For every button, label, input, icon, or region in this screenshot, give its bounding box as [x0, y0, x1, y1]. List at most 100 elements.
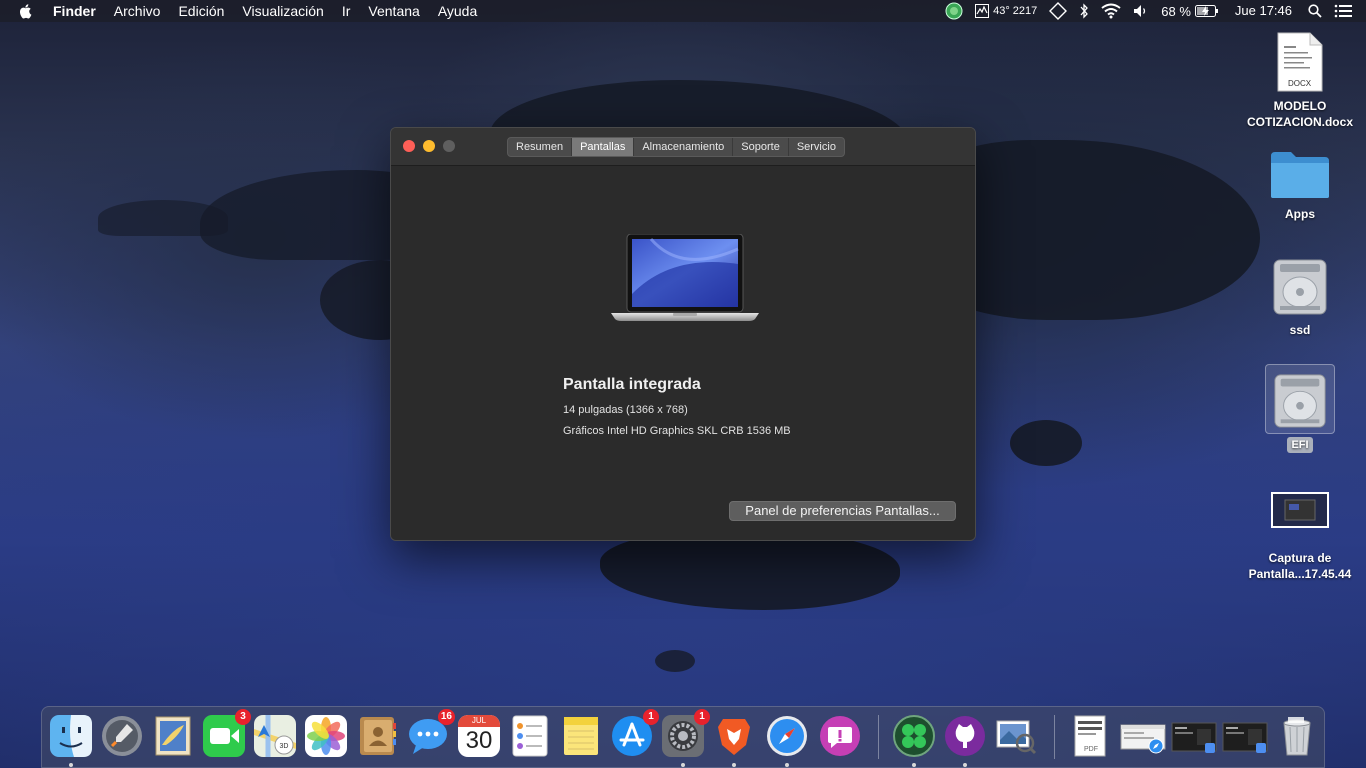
close-button[interactable]: [403, 140, 415, 152]
launchpad-icon: [102, 716, 142, 756]
calendar-day: 30: [465, 727, 493, 754]
dock-item-notes[interactable]: [560, 715, 602, 757]
dock-item-minimized-window[interactable]: [1222, 715, 1268, 757]
brave-icon: [718, 719, 750, 755]
window-titlebar[interactable]: Resumen Pantallas Almacenamiento Soporte…: [391, 128, 975, 166]
bluetooth-icon[interactable]: [1079, 3, 1089, 19]
zoom-button[interactable]: [443, 140, 455, 152]
tab-pantallas[interactable]: Pantallas: [572, 138, 635, 156]
desktop-icon-screenshot[interactable]: Captura de Pantalla...17.45.44: [1240, 492, 1360, 582]
desktop-icon-docx[interactable]: DOCX MODELO COTIZACION.docx: [1240, 32, 1360, 130]
diamond-status-icon[interactable]: [1049, 2, 1068, 20]
notification-badge: 1: [643, 709, 659, 725]
wallpaper-island: [600, 530, 900, 610]
word-document-icon: DOCX: [1276, 32, 1324, 92]
hard-drive-icon: [1272, 256, 1328, 316]
wallpaper-island: [1010, 420, 1082, 466]
menu-clock[interactable]: Jue 17:46: [1231, 0, 1296, 22]
menu-ir[interactable]: Ir: [333, 0, 360, 22]
clover-icon: [893, 715, 935, 757]
finder-icon: [50, 715, 92, 757]
dock-item-preview[interactable]: [995, 715, 1037, 757]
notes-icon: [564, 717, 598, 755]
cpu-monitor[interactable]: 43° 2217: [975, 3, 1037, 19]
screenshot-thumbnail-icon: [1271, 492, 1329, 528]
wallpaper-island: [655, 650, 695, 672]
hard-drive-icon: [1265, 364, 1335, 434]
dock-item-mail[interactable]: [152, 715, 194, 757]
minimize-button[interactable]: [423, 140, 435, 152]
dock-item-photos[interactable]: [305, 715, 347, 757]
svg-text:3D: 3D: [280, 743, 289, 750]
display-size-text: 14 pulgadas (1366 x 768): [563, 404, 688, 416]
maps-icon: 3D: [254, 715, 296, 757]
dock-item-feedback[interactable]: [819, 715, 861, 757]
dock-item-launchpad[interactable]: [101, 715, 143, 757]
wifi-icon[interactable]: [1101, 3, 1121, 19]
dock-item-contacts[interactable]: [356, 715, 398, 757]
desktop-icon-efi-drive[interactable]: EFI: [1240, 364, 1360, 453]
volume-icon[interactable]: [1133, 3, 1149, 19]
safari-window-icon: [1120, 724, 1166, 754]
battery-status[interactable]: 68 %: [1161, 3, 1219, 19]
running-indicator: [732, 763, 736, 767]
battery-charging-icon: [1194, 5, 1218, 17]
dock-item-calendar[interactable]: JUL 30: [458, 715, 500, 757]
wallpaper-island: [98, 200, 228, 236]
dock-item-clover[interactable]: [893, 715, 935, 757]
desktop-icon-label: Apps: [1285, 207, 1315, 221]
calendar-icon: JUL 30: [458, 715, 500, 757]
globe-status-icon[interactable]: [945, 2, 963, 20]
dock-item-messages[interactable]: 16: [407, 709, 455, 757]
tab-servicio[interactable]: Servicio: [789, 138, 844, 156]
menu-edicion[interactable]: Edición: [169, 0, 233, 22]
running-indicator: [785, 763, 789, 767]
dock-item-trash[interactable]: [1276, 715, 1318, 757]
display-preferences-button[interactable]: Panel de preferencias Pantallas...: [729, 501, 956, 521]
graphics-text: Gráficos Intel HD Graphics SKL CRB 1536 …: [563, 425, 791, 437]
safari-icon: [767, 716, 807, 756]
dock-item-system-preferences[interactable]: 1: [662, 709, 710, 757]
desktop-icon-label: Captura de Pantalla...17.45.44: [1248, 551, 1352, 581]
pdf-label: PDF: [1084, 746, 1098, 753]
display-title: Pantalla integrada: [563, 376, 701, 393]
dock-item-pdf-document[interactable]: PDF: [1069, 715, 1111, 757]
dock-item-safari[interactable]: [766, 715, 808, 757]
apple-menu-icon[interactable]: [18, 3, 34, 19]
menu-bar: Finder Archivo Edición Visualización Ir …: [0, 0, 1366, 22]
dock-item-app-store[interactable]: 1: [611, 709, 659, 757]
app-menu-finder[interactable]: Finder: [44, 0, 105, 22]
menu-ventana[interactable]: Ventana: [359, 0, 428, 22]
dock-item-minimized-window[interactable]: [1171, 715, 1217, 757]
notification-badge: 3: [235, 709, 251, 725]
dock-item-maps[interactable]: 3D: [254, 715, 296, 757]
menu-archivo[interactable]: Archivo: [105, 0, 170, 22]
tab-soporte[interactable]: Soporte: [733, 138, 789, 156]
cpu-temperature-text: 43° 2217: [993, 5, 1038, 17]
dock-item-safari-window[interactable]: [1120, 715, 1166, 757]
about-this-mac-window: Resumen Pantallas Almacenamiento Soporte…: [390, 127, 976, 541]
dock-item-facetime[interactable]: 3: [203, 709, 251, 757]
dock-item-brave[interactable]: [713, 715, 755, 757]
notification-center-icon[interactable]: [1334, 3, 1352, 19]
tab-resumen[interactable]: Resumen: [508, 138, 573, 156]
docx-badge: DOCX: [1288, 79, 1312, 88]
desktop-icon-label: ssd: [1289, 323, 1311, 337]
menu-visualizacion[interactable]: Visualización: [233, 0, 332, 22]
tab-almacenamiento[interactable]: Almacenamiento: [634, 138, 734, 156]
battery-percent: 68 %: [1161, 3, 1191, 19]
desktop-icon-ssd-drive[interactable]: ssd: [1240, 256, 1360, 338]
feedback-icon: [820, 716, 860, 756]
menu-ayuda[interactable]: Ayuda: [429, 0, 486, 22]
running-indicator: [963, 763, 967, 767]
dock-item-reminders[interactable]: [509, 715, 551, 757]
spotlight-search-icon[interactable]: [1308, 3, 1322, 19]
running-indicator: [681, 763, 685, 767]
dock-item-github-desktop[interactable]: [944, 715, 986, 757]
activity-chart-icon: [975, 4, 990, 18]
minimized-window-icon: [1222, 722, 1268, 753]
calendar-month: JUL: [458, 715, 500, 727]
dock-item-finder[interactable]: [50, 715, 92, 757]
desktop-icon-apps-folder[interactable]: Apps: [1240, 150, 1360, 222]
photos-icon: [305, 715, 347, 757]
